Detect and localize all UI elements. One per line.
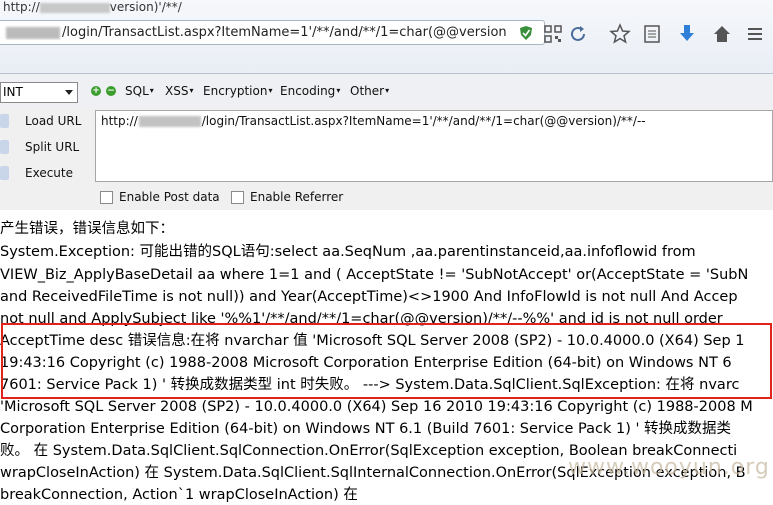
highlight-box — [1, 323, 772, 399]
redacted-host — [138, 116, 201, 127]
redacted-host — [6, 26, 60, 39]
shield-icon[interactable] — [520, 26, 532, 40]
enable-post-checkbox[interactable] — [100, 191, 113, 204]
watermark: www.wooyun.org — [568, 455, 770, 480]
decrease-icon[interactable]: − — [106, 86, 116, 96]
load-url-icon — [0, 114, 9, 128]
enable-referrer-label: Enable Referrer — [250, 190, 344, 204]
execute-button[interactable]: Execute — [0, 163, 92, 185]
error-line: and ReceivedFileTime is not null)) and Y… — [0, 289, 738, 305]
execute-icon — [0, 166, 9, 180]
home-icon[interactable] — [711, 23, 733, 45]
error-line: System.Exception: 可能出错的SQL语句:select aa.S… — [0, 244, 696, 260]
menu-icon[interactable] — [744, 23, 766, 45]
menu-encryption[interactable]: Encryption▾ — [203, 84, 272, 98]
qr-code-icon[interactable] — [542, 23, 564, 45]
menu-other[interactable]: Other▾ — [350, 84, 389, 98]
increase-icon[interactable]: + — [91, 86, 101, 96]
error-line: Corporation Enterprise Edition (64-bit) … — [0, 421, 732, 437]
menu-encoding[interactable]: Encoding▾ — [280, 84, 340, 98]
enable-post-label: Enable Post data — [119, 190, 220, 204]
load-url-button[interactable]: Load URL — [0, 111, 92, 133]
address-url: /login/TransactList.aspx?ItemName=1'/**/… — [62, 25, 507, 40]
error-line: 产生错误，错误信息如下： — [0, 221, 174, 237]
reader-icon[interactable] — [641, 23, 663, 45]
type-select[interactable]: INT — [0, 82, 78, 103]
error-line: VIEW_Biz_ApplyBaseDetail aa where 1=1 an… — [0, 267, 749, 283]
refresh-icon[interactable] — [567, 23, 589, 45]
menu-xss[interactable]: XSS▾ — [165, 84, 193, 98]
enable-referrer-checkbox[interactable] — [231, 191, 244, 204]
download-icon[interactable] — [676, 23, 698, 45]
url-textarea[interactable]: http:///login/TransactList.aspx?ItemName… — [95, 110, 773, 182]
menu-sql[interactable]: SQL▾ — [125, 84, 154, 98]
star-icon[interactable] — [609, 23, 631, 45]
split-url-button[interactable]: Split URL — [0, 137, 92, 159]
address-bar[interactable]: /login/TransactList.aspx?ItemName=1'/**/… — [0, 20, 545, 45]
browser-toolbar: http://version)'/**/ /login/TransactList… — [0, 0, 773, 74]
split-url-icon — [0, 140, 9, 154]
tab-title-fragment[interactable]: http://version)'/**/ — [0, 0, 230, 18]
error-line: breakConnection, Action`1 wrapCloseInAct… — [0, 487, 358, 503]
error-line: 'Microsoft SQL Server 2008 (SP2) - 10.0.… — [0, 399, 753, 415]
chevron-down-icon — [65, 90, 73, 95]
